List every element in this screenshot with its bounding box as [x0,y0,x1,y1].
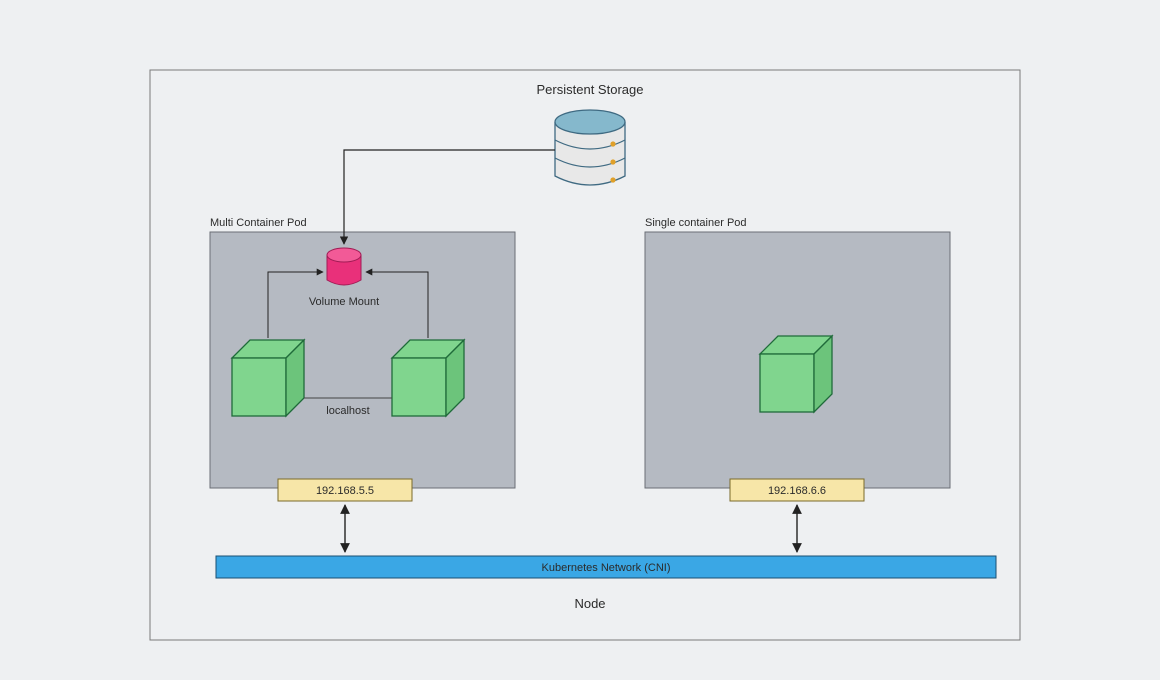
ip-label-single: 192.168.6.6 [768,485,826,497]
arrow-storage-to-volume [344,150,555,244]
node-label: Node [574,596,605,611]
multi-pod-label: Multi Container Pod [210,217,307,229]
container-cube-right [392,340,464,416]
container-cube-single [760,336,832,412]
volume-mount-icon [327,248,361,285]
localhost-label: localhost [326,405,369,417]
container-cube-left [232,340,304,416]
diagram-canvas: Persistent Storage Multi Container Pod S… [0,0,1160,680]
volume-mount-label: Volume Mount [309,296,379,308]
network-label: Kubernetes Network (CNI) [542,562,671,574]
single-pod-label: Single container Pod [645,217,747,229]
ip-label-multi: 192.168.5.5 [316,485,374,497]
storage-icon [555,110,625,185]
persistent-storage-label: Persistent Storage [537,82,644,97]
